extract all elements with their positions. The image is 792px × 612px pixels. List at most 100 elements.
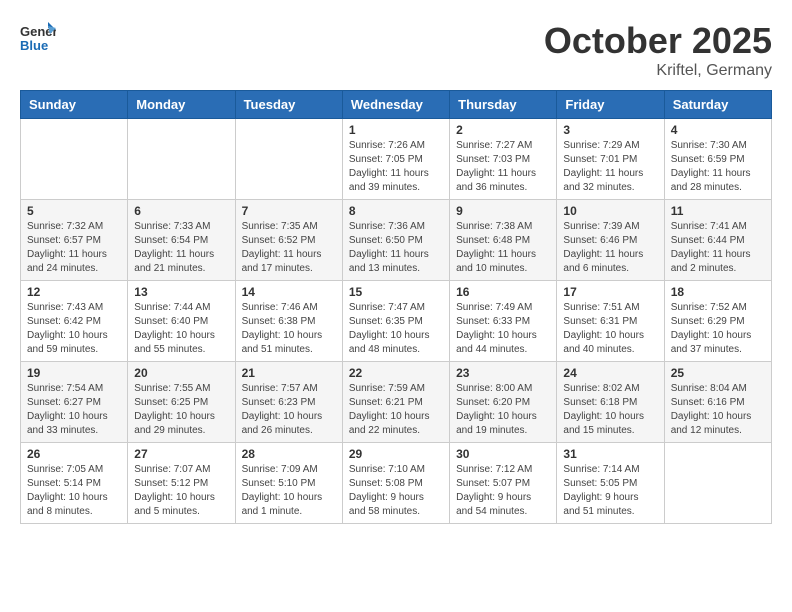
- day-number: 31: [563, 447, 657, 461]
- day-number: 24: [563, 366, 657, 380]
- calendar-cell: 5 Sunrise: 7:32 AM Sunset: 6:57 PM Daylig…: [21, 200, 128, 281]
- calendar-week-4: 19 Sunrise: 7:54 AM Sunset: 6:27 PM Dayli…: [21, 362, 772, 443]
- calendar-cell: 27Sunrise: 7:07 AM Sunset: 5:12 PM Dayli…: [128, 443, 235, 524]
- day-number: 11: [671, 204, 765, 218]
- day-info: Sunrise: 8:02 AM Sunset: 6:18 PM Dayligh…: [563, 382, 657, 438]
- day-info: Sunrise: 7:32 AM Sunset: 6:57 PM Dayligh…: [27, 220, 121, 276]
- calendar-cell: 16Sunrise: 7:49 AM Sunset: 6:33 PM Dayli…: [450, 281, 557, 362]
- day-info: Sunrise: 7:57 AM Sunset: 6:23 PM Dayligh…: [242, 382, 336, 438]
- day-info: Sunrise: 7:05 AM Sunset: 5:14 PM Dayligh…: [27, 463, 121, 519]
- day-number: 18: [671, 285, 765, 299]
- calendar-cell: 24 Sunrise: 8:02 AM Sunset: 6:18 PM Dayli…: [557, 362, 664, 443]
- day-info: Sunrise: 7:39 AM Sunset: 6:46 PM Dayligh…: [563, 220, 657, 276]
- day-number: 9: [456, 204, 550, 218]
- day-info: Sunrise: 7:30 AM Sunset: 6:59 PM Dayligh…: [671, 139, 765, 195]
- calendar-cell: 2 Sunrise: 7:27 AM Sunset: 7:03 PM Daylig…: [450, 119, 557, 200]
- calendar-cell: 12 Sunrise: 7:43 AM Sunset: 6:42 PM Dayli…: [21, 281, 128, 362]
- calendar-cell: 9 Sunrise: 7:38 AM Sunset: 6:48 PM Daylig…: [450, 200, 557, 281]
- day-number: 1: [349, 123, 443, 137]
- day-info: Sunrise: 7:52 AM Sunset: 6:29 PM Dayligh…: [671, 301, 765, 357]
- calendar-week-5: 26 Sunrise: 7:05 AM Sunset: 5:14 PM Dayli…: [21, 443, 772, 524]
- day-number: 7: [242, 204, 336, 218]
- day-number: 19: [27, 366, 121, 380]
- calendar-cell: 19 Sunrise: 7:54 AM Sunset: 6:27 PM Dayli…: [21, 362, 128, 443]
- weekday-header-thursday: Thursday: [450, 91, 557, 119]
- calendar-cell: 18 Sunrise: 7:52 AM Sunset: 6:29 PM Dayli…: [664, 281, 771, 362]
- day-info: Sunrise: 7:55 AM Sunset: 6:25 PM Dayligh…: [134, 382, 228, 438]
- day-info: Sunrise: 7:54 AM Sunset: 6:27 PM Dayligh…: [27, 382, 121, 438]
- calendar-cell: 17 Sunrise: 7:51 AM Sunset: 6:31 PM Dayli…: [557, 281, 664, 362]
- day-number: 28: [242, 447, 336, 461]
- day-info: Sunrise: 7:47 AM Sunset: 6:35 PM Dayligh…: [349, 301, 443, 357]
- calendar-cell: 11 Sunrise: 7:41 AM Sunset: 6:44 PM Dayli…: [664, 200, 771, 281]
- calendar-cell: [664, 443, 771, 524]
- calendar-cell: [21, 119, 128, 200]
- day-number: 26: [27, 447, 121, 461]
- calendar-cell: [235, 119, 342, 200]
- day-number: 30: [456, 447, 550, 461]
- day-number: 29: [349, 447, 443, 461]
- page-header: General Blue October 2025 Kriftel, Germa…: [20, 20, 772, 80]
- logo: General Blue: [20, 20, 56, 56]
- day-info: Sunrise: 7:36 AM Sunset: 6:50 PM Dayligh…: [349, 220, 443, 276]
- day-number: 10: [563, 204, 657, 218]
- calendar-cell: 15 Sunrise: 7:47 AM Sunset: 6:35 PM Dayli…: [342, 281, 449, 362]
- calendar-cell: 22Sunrise: 7:59 AM Sunset: 6:21 PM Dayli…: [342, 362, 449, 443]
- day-info: Sunrise: 7:14 AM Sunset: 5:05 PM Dayligh…: [563, 463, 657, 519]
- day-number: 15: [349, 285, 443, 299]
- day-number: 25: [671, 366, 765, 380]
- logo-icon: General Blue: [20, 20, 56, 56]
- calendar-cell: 23 Sunrise: 8:00 AM Sunset: 6:20 PM Dayli…: [450, 362, 557, 443]
- day-info: Sunrise: 8:00 AM Sunset: 6:20 PM Dayligh…: [456, 382, 550, 438]
- weekday-header-wednesday: Wednesday: [342, 91, 449, 119]
- calendar-cell: 6 Sunrise: 7:33 AM Sunset: 6:54 PM Daylig…: [128, 200, 235, 281]
- weekday-header-friday: Friday: [557, 91, 664, 119]
- day-info: Sunrise: 7:41 AM Sunset: 6:44 PM Dayligh…: [671, 220, 765, 276]
- day-info: Sunrise: 7:38 AM Sunset: 6:48 PM Dayligh…: [456, 220, 550, 276]
- calendar-cell: 21 Sunrise: 7:57 AM Sunset: 6:23 PM Dayli…: [235, 362, 342, 443]
- calendar-cell: 13 Sunrise: 7:44 AM Sunset: 6:40 PM Dayli…: [128, 281, 235, 362]
- calendar-cell: 30 Sunrise: 7:12 AM Sunset: 5:07 PM Dayli…: [450, 443, 557, 524]
- day-number: 12: [27, 285, 121, 299]
- day-info: Sunrise: 7:44 AM Sunset: 6:40 PM Dayligh…: [134, 301, 228, 357]
- day-number: 23: [456, 366, 550, 380]
- day-info: Sunrise: 7:51 AM Sunset: 6:31 PM Dayligh…: [563, 301, 657, 357]
- calendar-cell: 7 Sunrise: 7:35 AM Sunset: 6:52 PM Daylig…: [235, 200, 342, 281]
- day-number: 17: [563, 285, 657, 299]
- day-info: Sunrise: 7:46 AM Sunset: 6:38 PM Dayligh…: [242, 301, 336, 357]
- calendar-cell: 14Sunrise: 7:46 AM Sunset: 6:38 PM Dayli…: [235, 281, 342, 362]
- weekday-header-row: SundayMondayTuesdayWednesdayThursdayFrid…: [21, 91, 772, 119]
- calendar-table: SundayMondayTuesdayWednesdayThursdayFrid…: [20, 90, 772, 524]
- day-number: 16: [456, 285, 550, 299]
- calendar-cell: 31 Sunrise: 7:14 AM Sunset: 5:05 PM Dayli…: [557, 443, 664, 524]
- day-number: 4: [671, 123, 765, 137]
- svg-text:Blue: Blue: [20, 38, 48, 53]
- day-number: 13: [134, 285, 228, 299]
- day-number: 3: [563, 123, 657, 137]
- calendar-cell: 20Sunrise: 7:55 AM Sunset: 6:25 PM Dayli…: [128, 362, 235, 443]
- day-info: Sunrise: 7:27 AM Sunset: 7:03 PM Dayligh…: [456, 139, 550, 195]
- calendar-cell: 29Sunrise: 7:10 AM Sunset: 5:08 PM Dayli…: [342, 443, 449, 524]
- weekday-header-sunday: Sunday: [21, 91, 128, 119]
- day-number: 5: [27, 204, 121, 218]
- day-info: Sunrise: 7:59 AM Sunset: 6:21 PM Dayligh…: [349, 382, 443, 438]
- calendar-cell: 26 Sunrise: 7:05 AM Sunset: 5:14 PM Dayli…: [21, 443, 128, 524]
- day-info: Sunrise: 7:43 AM Sunset: 6:42 PM Dayligh…: [27, 301, 121, 357]
- day-info: Sunrise: 7:33 AM Sunset: 6:54 PM Dayligh…: [134, 220, 228, 276]
- location-title: Kriftel, Germany: [544, 62, 772, 80]
- weekday-header-saturday: Saturday: [664, 91, 771, 119]
- day-info: Sunrise: 8:04 AM Sunset: 6:16 PM Dayligh…: [671, 382, 765, 438]
- day-number: 2: [456, 123, 550, 137]
- calendar-cell: [128, 119, 235, 200]
- month-title: October 2025: [544, 20, 772, 62]
- calendar-week-2: 5 Sunrise: 7:32 AM Sunset: 6:57 PM Daylig…: [21, 200, 772, 281]
- day-number: 8: [349, 204, 443, 218]
- day-info: Sunrise: 7:26 AM Sunset: 7:05 PM Dayligh…: [349, 139, 443, 195]
- day-number: 6: [134, 204, 228, 218]
- calendar-cell: 3 Sunrise: 7:29 AM Sunset: 7:01 PM Daylig…: [557, 119, 664, 200]
- day-info: Sunrise: 7:09 AM Sunset: 5:10 PM Dayligh…: [242, 463, 336, 519]
- day-info: Sunrise: 7:29 AM Sunset: 7:01 PM Dayligh…: [563, 139, 657, 195]
- day-info: Sunrise: 7:35 AM Sunset: 6:52 PM Dayligh…: [242, 220, 336, 276]
- day-info: Sunrise: 7:12 AM Sunset: 5:07 PM Dayligh…: [456, 463, 550, 519]
- day-number: 21: [242, 366, 336, 380]
